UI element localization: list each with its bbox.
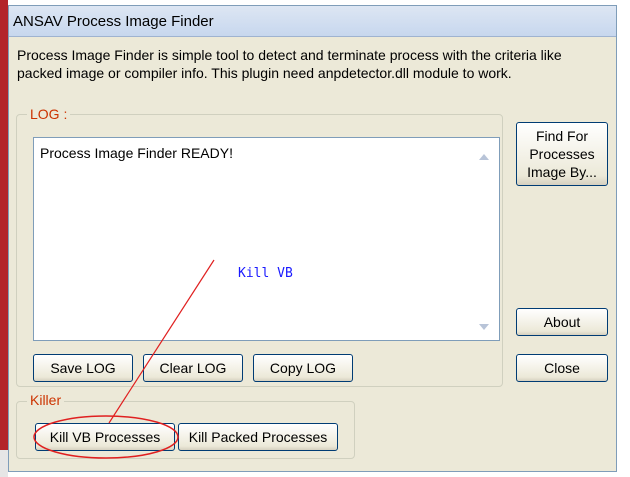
annotation-arrow-line xyxy=(108,259,215,424)
annotation-overlay xyxy=(33,259,215,459)
background-window-strip-bottom xyxy=(0,450,8,477)
annotation-highlight-ellipse xyxy=(33,415,179,459)
process-image-finder-window: ANSAV Process Image Finder Process Image… xyxy=(8,5,617,472)
background-window-strip xyxy=(0,0,8,450)
